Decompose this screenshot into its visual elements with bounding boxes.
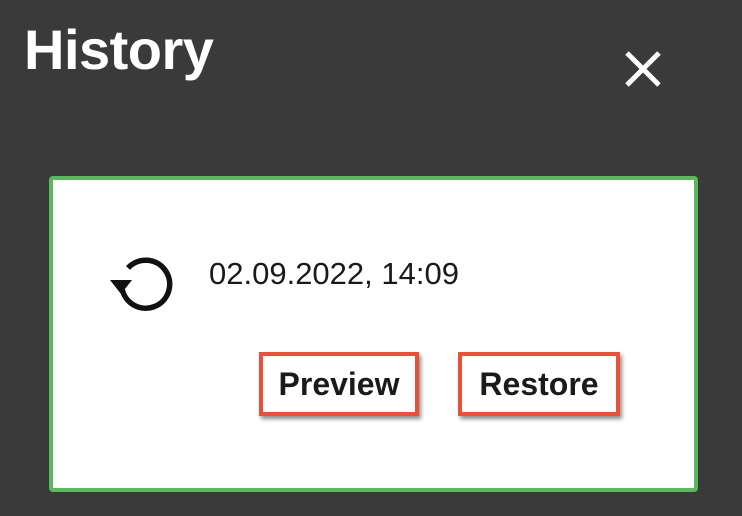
panel-title: History bbox=[24, 18, 214, 81]
close-button[interactable] bbox=[614, 40, 672, 98]
preview-button[interactable]: Preview bbox=[259, 352, 419, 416]
history-panel: History 02.09.2022, 14:09 Preview Restor… bbox=[0, 0, 742, 516]
restore-button[interactable]: Restore bbox=[458, 352, 620, 416]
history-timestamp: 02.09.2022, 14:09 bbox=[209, 256, 459, 291]
close-icon bbox=[625, 51, 661, 87]
restore-history-icon bbox=[110, 257, 173, 311]
history-entry-card[interactable]: 02.09.2022, 14:09 Preview Restore bbox=[49, 176, 698, 492]
